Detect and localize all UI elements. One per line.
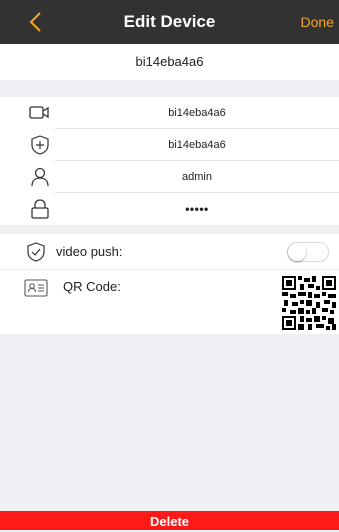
username-row[interactable]: admin: [0, 161, 339, 193]
device-name-header: bi14eba4a6: [0, 44, 339, 80]
shield-plus-icon: [31, 135, 49, 155]
page-title: Edit Device: [123, 12, 216, 31]
qr-code-label: QR Code:: [63, 279, 121, 294]
id-card-icon: [24, 279, 48, 297]
user-icon: [31, 167, 49, 187]
device-fields-section: bi14eba4a6 bi14eba4a6 admin •••••: [0, 97, 339, 225]
qr-code-row: QR Code:: [0, 270, 339, 334]
device-serial-field[interactable]: bi14eba4a6: [55, 129, 339, 161]
password-field[interactable]: •••••: [55, 193, 339, 225]
camera-icon: [29, 106, 49, 119]
video-push-row: video push:: [0, 234, 339, 269]
device-serial-row[interactable]: bi14eba4a6: [0, 129, 339, 161]
done-button[interactable]: Done: [301, 0, 334, 44]
device-id-row[interactable]: bi14eba4a6: [0, 97, 339, 129]
video-push-label: video push:: [56, 244, 123, 259]
toggle-knob: [288, 243, 306, 261]
password-row[interactable]: •••••: [0, 193, 339, 225]
video-push-toggle[interactable]: [287, 242, 329, 262]
username-field[interactable]: admin: [55, 161, 339, 193]
lock-icon: [31, 199, 49, 219]
navigation-bar: Edit Device Done: [0, 0, 339, 44]
device-id-field[interactable]: bi14eba4a6: [55, 97, 339, 129]
shield-check-icon: [27, 242, 45, 262]
delete-button[interactable]: Delete: [0, 511, 339, 530]
qr-code-icon[interactable]: [282, 276, 336, 330]
